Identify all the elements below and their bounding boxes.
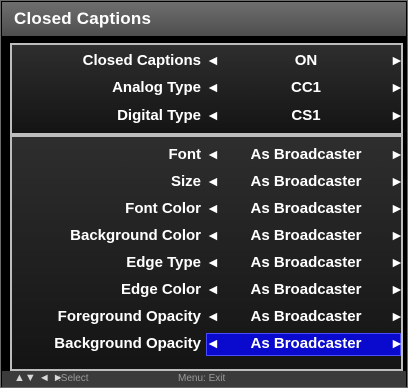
left-arrow-icon[interactable]: ◄ [206,335,220,351]
setting-value: As Broadcaster [250,173,362,190]
caption-type-panel: Closed Captions ◄ ON ► Analog Type ◄ CC1… [10,43,404,135]
setting-label: Background Color [70,227,201,244]
select-hint: :Select [58,373,89,384]
setting-value: As Broadcaster [250,254,362,271]
setting-value: CS1 [291,107,321,124]
setting-row-edge-type[interactable]: Edge Type ◄ As Broadcaster ► [12,251,404,277]
setting-value: As Broadcaster [250,308,362,325]
setting-row-foreground-opacity[interactable]: Foreground Opacity ◄ As Broadcaster ► [12,305,404,331]
setting-row-edge-color[interactable]: Edge Color ◄ As Broadcaster ► [12,278,404,304]
setting-label: Font Color [125,200,201,217]
left-arrow-icon[interactable]: ◄ [206,227,220,243]
setting-label: Foreground Opacity [57,308,201,325]
title-bar: Closed Captions [2,2,406,36]
right-arrow-icon[interactable]: ► [390,335,404,351]
right-arrow-icon[interactable]: ► [390,254,404,270]
setting-value: As Broadcaster [250,146,362,163]
setting-label: Font [168,146,201,163]
closed-captions-window: Closed Captions Closed Captions ◄ ON ► A… [0,0,408,388]
left-arrow-icon[interactable]: ◄ [206,254,220,270]
setting-row-font-color[interactable]: Font Color ◄ As Broadcaster ► [12,197,404,223]
right-arrow-icon[interactable]: ► [390,52,404,68]
setting-value: As Broadcaster [250,281,362,298]
setting-label: Edge Color [120,281,201,298]
setting-label: Edge Type [126,254,201,271]
left-arrow-icon[interactable]: ◄ [206,308,220,324]
left-arrow-icon[interactable]: ◄ [206,200,220,216]
right-arrow-icon[interactable]: ► [390,227,404,243]
setting-value: As Broadcaster [250,200,362,217]
footer-hint-bar: ▲▼ ◄ ► :Select Menu: Exit [2,371,406,387]
right-arrow-icon[interactable]: ► [390,107,404,123]
setting-row-digital-type[interactable]: Digital Type ◄ CS1 ► [12,104,404,130]
menu-title: Closed Captions [14,9,152,28]
navigation-arrows-icon: ▲▼ ◄ ► [14,372,64,384]
exit-hint: Menu: Exit [178,373,226,384]
left-arrow-icon[interactable]: ◄ [206,107,220,123]
right-arrow-icon[interactable]: ► [390,281,404,297]
setting-row-font[interactable]: Font ◄ As Broadcaster ► [12,143,404,169]
setting-row-background-color[interactable]: Background Color ◄ As Broadcaster ► [12,224,404,250]
setting-row-size[interactable]: Size ◄ As Broadcaster ► [12,170,404,196]
setting-value: As Broadcaster [250,335,362,352]
left-arrow-icon[interactable]: ◄ [206,281,220,297]
right-arrow-icon[interactable]: ► [390,79,404,95]
left-arrow-icon[interactable]: ◄ [206,79,220,95]
setting-label: Background Opacity [54,335,201,352]
setting-row-analog-type[interactable]: Analog Type ◄ CC1 ► [12,76,404,102]
left-arrow-icon[interactable]: ◄ [206,146,220,162]
right-arrow-icon[interactable]: ► [390,146,404,162]
setting-value: As Broadcaster [250,227,362,244]
caption-style-panel: Font ◄ As Broadcaster ► Size ◄ As Broadc… [10,135,404,371]
setting-row-background-opacity[interactable]: Background Opacity ◄ As Broadcaster ► [12,332,404,358]
setting-value: ON [294,52,318,69]
setting-label: Size [170,173,201,190]
setting-row-closed-captions[interactable]: Closed Captions ◄ ON ► [12,49,404,75]
left-arrow-icon[interactable]: ◄ [206,52,220,68]
setting-label: Analog Type [112,79,201,96]
right-arrow-icon[interactable]: ► [390,308,404,324]
setting-value: CC1 [290,79,321,96]
left-arrow-icon[interactable]: ◄ [206,173,220,189]
right-arrow-icon[interactable]: ► [390,173,404,189]
right-arrow-icon[interactable]: ► [390,200,404,216]
setting-label: Digital Type [117,107,201,124]
setting-label: Closed Captions [82,52,201,69]
